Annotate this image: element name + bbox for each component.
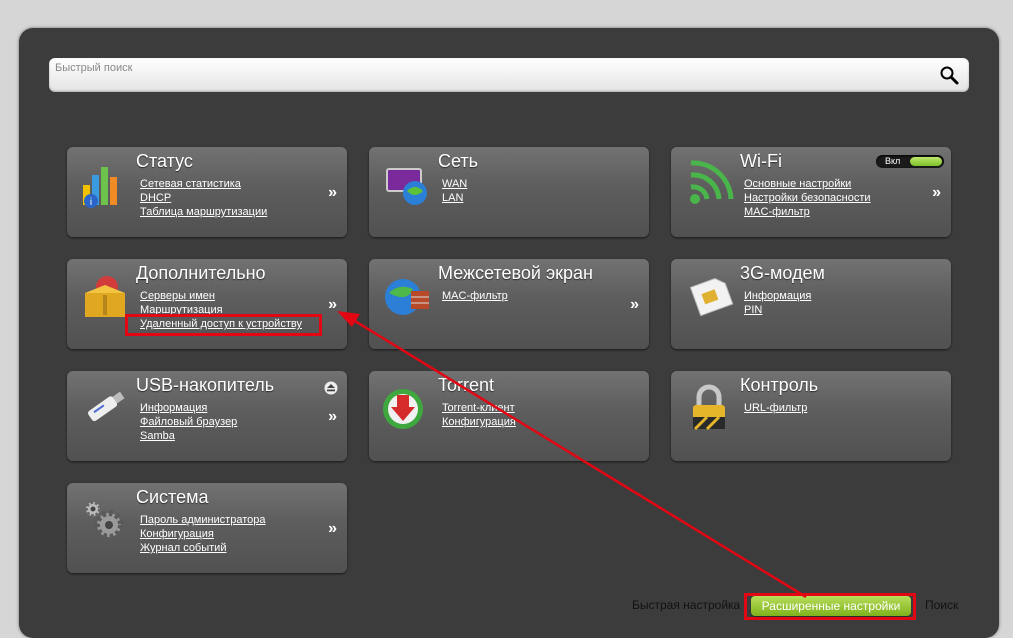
link-information[interactable]: Информация	[744, 289, 811, 303]
tile-title: Дополнительно	[136, 263, 266, 283]
tile-title: Wi-Fi	[740, 151, 782, 171]
tile-3g-modem: 3G-модем Информация PIN	[671, 259, 951, 349]
link-information[interactable]: Информация	[140, 401, 237, 415]
tile-title: Система	[136, 487, 209, 507]
wifi-icon	[690, 160, 734, 204]
expand-chevron-icon[interactable]: »	[328, 520, 337, 538]
link-mac-filter[interactable]: MAC-фильтр	[442, 289, 508, 303]
link-name-servers[interactable]: Серверы имен	[140, 289, 302, 303]
quick-setup-link[interactable]: Быстрая настройка	[632, 598, 740, 612]
network-globe-icon	[386, 168, 427, 205]
tile-wifi: Wi-Fi Вкл Основные настройки Настройки б…	[671, 147, 951, 237]
expand-chevron-icon[interactable]: »	[328, 184, 337, 202]
firewall-globe-icon	[385, 279, 429, 315]
link-remote-access[interactable]: Удаленный доступ к устройству	[140, 317, 302, 331]
tile-usb-storage: USB-накопитель Информация Файловый брауз…	[67, 371, 347, 461]
link-samba[interactable]: Samba	[140, 429, 237, 443]
tile-firewall: Межсетевой экран MAC-фильтр »	[369, 259, 649, 349]
toolbox-icon	[85, 276, 125, 317]
toggle-label: Вкл	[885, 156, 901, 166]
tile-torrent: Torrent Torrent-клиент Конфигурация	[369, 371, 649, 461]
tile-network: Сеть WAN LAN	[369, 147, 649, 237]
link-configuration[interactable]: Конфигурация	[442, 415, 516, 429]
expand-chevron-icon[interactable]: »	[328, 296, 337, 314]
tile-status: i Статус Сетевая статистика DHCP Таблица…	[67, 147, 347, 237]
link-wan[interactable]: WAN	[442, 177, 467, 191]
search-link[interactable]: Поиск	[925, 598, 958, 612]
eject-icon[interactable]	[324, 381, 338, 395]
tile-title: Контроль	[740, 375, 819, 395]
expand-chevron-icon[interactable]: »	[932, 184, 941, 202]
tile-title: 3G-модем	[740, 263, 825, 283]
tile-control: Контроль URL-фильтр	[671, 371, 951, 461]
link-url-filter[interactable]: URL-фильтр	[744, 401, 807, 415]
tile-system: Система Пароль администратора Конфигурац…	[67, 483, 347, 573]
link-admin-password[interactable]: Пароль администратора	[140, 513, 266, 527]
svg-text:i: i	[90, 197, 92, 208]
tile-title: Сеть	[438, 151, 479, 171]
link-security-settings[interactable]: Настройки безопасности	[744, 191, 871, 205]
link-torrent-client[interactable]: Torrent-клиент	[442, 401, 516, 415]
link-mac-filter[interactable]: MAC-фильтр	[744, 205, 871, 219]
expand-chevron-icon[interactable]: »	[630, 296, 639, 314]
toggle-knob	[910, 157, 942, 166]
wifi-toggle[interactable]: Вкл	[876, 155, 944, 168]
link-event-log[interactable]: Журнал событий	[140, 541, 266, 555]
link-routing-table[interactable]: Таблица маршрутизации	[140, 205, 267, 219]
link-dhcp[interactable]: DHCP	[140, 191, 267, 205]
search-bar	[49, 58, 969, 92]
tile-title: Межсетевой экран	[438, 263, 593, 283]
torrent-download-icon	[383, 389, 423, 429]
expand-chevron-icon[interactable]: »	[328, 408, 337, 426]
link-routing[interactable]: Маршрутизация	[140, 303, 302, 317]
usb-drive-icon	[87, 391, 125, 422]
tile-title: Torrent	[438, 375, 495, 395]
link-configuration[interactable]: Конфигурация	[140, 527, 266, 541]
link-pin[interactable]: PIN	[744, 303, 811, 317]
sim-card-icon	[689, 278, 734, 317]
bar-chart-icon: i	[83, 167, 117, 208]
tile-title: Статус	[136, 151, 193, 171]
padlock-icon	[693, 384, 725, 431]
search-icon[interactable]	[938, 64, 960, 86]
gears-icon	[84, 500, 124, 540]
search-input[interactable]	[55, 60, 915, 76]
link-file-browser[interactable]: Файловый браузер	[140, 415, 237, 429]
tile-advanced: Дополнительно Серверы имен Маршрутизация…	[67, 259, 347, 349]
link-lan[interactable]: LAN	[442, 191, 467, 205]
tile-title: USB-накопитель	[136, 375, 275, 395]
link-network-stats[interactable]: Сетевая статистика	[140, 177, 267, 191]
link-basic-settings[interactable]: Основные настройки	[744, 177, 871, 191]
advanced-settings-button[interactable]: Расширенные настройки	[751, 596, 911, 616]
